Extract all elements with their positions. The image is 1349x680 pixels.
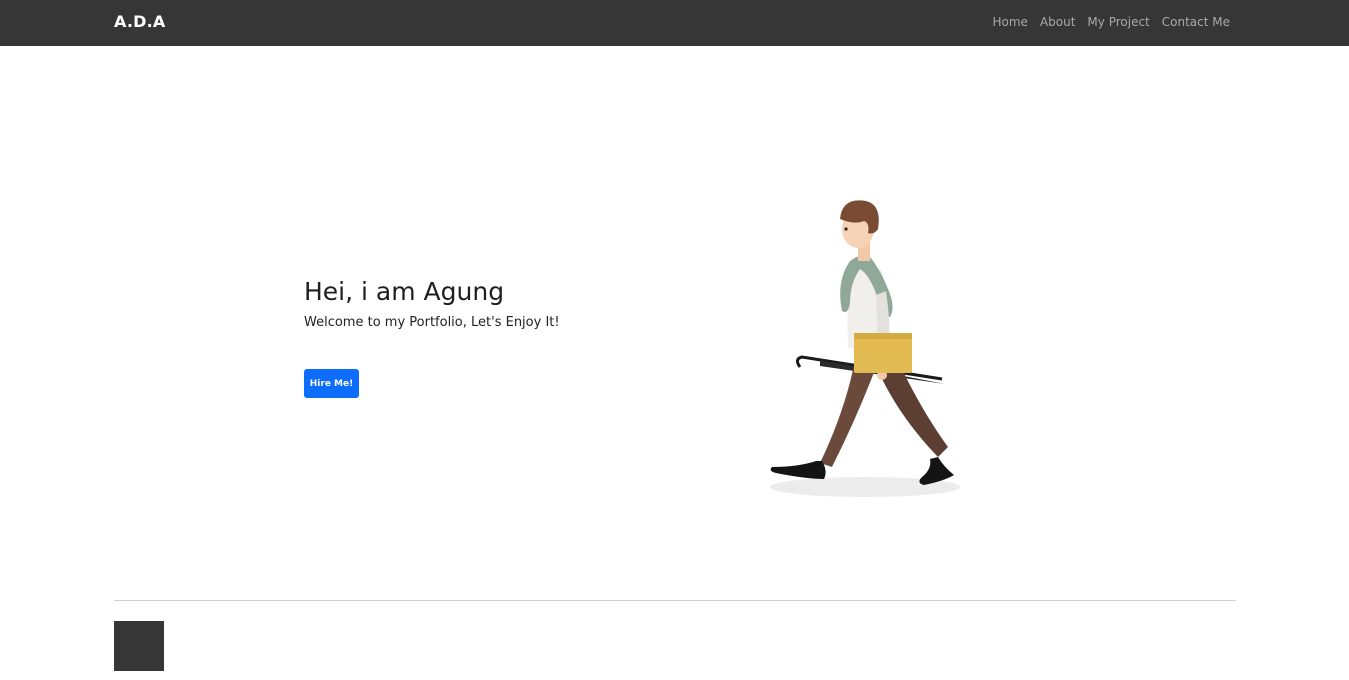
brand-logo[interactable]: A.D.A xyxy=(114,12,166,31)
dark-square-block xyxy=(114,621,164,671)
hero-text: Hei, i am Agung Welcome to my Portfolio,… xyxy=(304,276,624,332)
nav-link-home[interactable]: Home xyxy=(993,15,1028,29)
hero-title: Hei, i am Agung xyxy=(304,277,505,306)
nav-link-contact-me[interactable]: Contact Me xyxy=(1162,15,1230,29)
nav-link-my-project[interactable]: My Project xyxy=(1087,15,1149,29)
hire-me-button[interactable]: Hire Me! xyxy=(304,369,359,398)
section-divider xyxy=(114,600,1236,601)
nav-links: Home About My Project Contact Me xyxy=(993,15,1231,29)
walking-person-illustration xyxy=(760,195,980,505)
hero-subtitle: Welcome to my Portfolio, Let's Enjoy It! xyxy=(304,315,560,330)
navbar: A.D.A Home About My Project Contact Me xyxy=(0,0,1349,46)
partial-section-heading xyxy=(650,672,720,680)
nav-link-about[interactable]: About xyxy=(1040,15,1075,29)
